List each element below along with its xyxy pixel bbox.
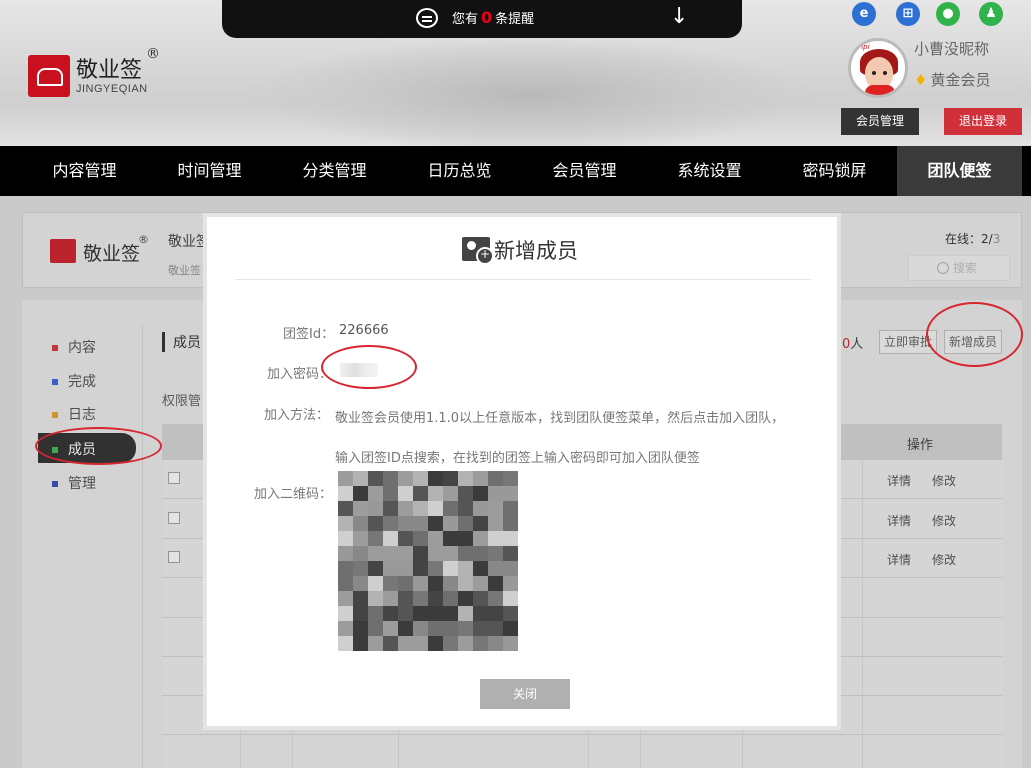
user-nickname[interactable]: 小曹没昵称 <box>914 38 989 59</box>
method-description: 敬业签会员使用1.1.0以上任意版本，找到团队便签菜单，然后点击加入团队，输入团… <box>335 411 785 466</box>
team-id-value: 226666 <box>339 323 389 338</box>
nav-time[interactable]: 时间管理 <box>147 146 272 196</box>
windows-icon[interactable]: ⊞ <box>896 2 920 26</box>
registered-mark: ® <box>146 46 160 62</box>
main-nav: 内容管理 时间管理 分类管理 日历总览 会员管理 系统设置 密码锁屏 团队便签 <box>0 146 1031 196</box>
logo-subtitle: JINGYEQIAN <box>76 83 148 95</box>
close-button[interactable]: 关闭 <box>480 679 570 709</box>
diamond-icon: ♦ <box>914 71 928 89</box>
add-member-dialog: 新增成员 团签Id： 226666 加入密码： 加入方法： 敬业签会员使用1.1… <box>203 213 841 730</box>
ie-icon[interactable]: e <box>852 2 876 26</box>
highlight-ring-members <box>35 427 162 465</box>
add-user-icon <box>462 237 494 265</box>
apple-icon[interactable]: ● <box>936 2 960 26</box>
divider <box>235 279 811 280</box>
nav-settings[interactable]: 系统设置 <box>647 146 772 196</box>
logo-icon <box>28 55 70 97</box>
highlight-ring-password <box>321 345 417 389</box>
nav-lock[interactable]: 密码锁屏 <box>772 146 897 196</box>
method-label: 加入方法： <box>264 408 330 423</box>
logout-button[interactable]: 退出登录 <box>944 108 1022 135</box>
nav-member[interactable]: 会员管理 <box>522 146 647 196</box>
arrow-down-icon[interactable]: ↓ <box>670 6 688 28</box>
highlight-ring-add-member <box>926 302 1023 367</box>
member-manage-button[interactable]: 会员管理 <box>841 108 919 135</box>
logo-name: 敬业签 <box>76 58 143 83</box>
android-icon[interactable]: ♟ <box>979 2 1003 26</box>
header: 您有 0 条提醒 ↓ 敬业签 ® JINGYEQIAN e ⊞ ● ♟ Pipi 小… <box>0 0 1031 150</box>
nav-content[interactable]: 内容管理 <box>22 146 147 196</box>
notice-text: 您有 0 条提醒 <box>452 8 535 27</box>
message-icon <box>416 8 438 28</box>
qr-label: 加入二维码： <box>254 487 333 502</box>
qr-code-image <box>338 471 518 651</box>
nav-category[interactable]: 分类管理 <box>272 146 397 196</box>
member-level: ♦ 黄金会员 <box>914 71 991 89</box>
notice-count: 0 <box>481 8 493 27</box>
nav-calendar[interactable]: 日历总览 <box>397 146 522 196</box>
notice-bar[interactable]: 您有 0 条提醒 ↓ <box>222 0 742 38</box>
avatar-tag: Pipi <box>857 43 870 51</box>
team-id-label: 团签Id： <box>283 327 335 342</box>
avatar[interactable]: Pipi <box>848 38 908 98</box>
nav-team[interactable]: 团队便签 <box>897 146 1022 196</box>
header-background <box>250 40 810 150</box>
dialog-title: 新增成员 <box>494 239 578 263</box>
